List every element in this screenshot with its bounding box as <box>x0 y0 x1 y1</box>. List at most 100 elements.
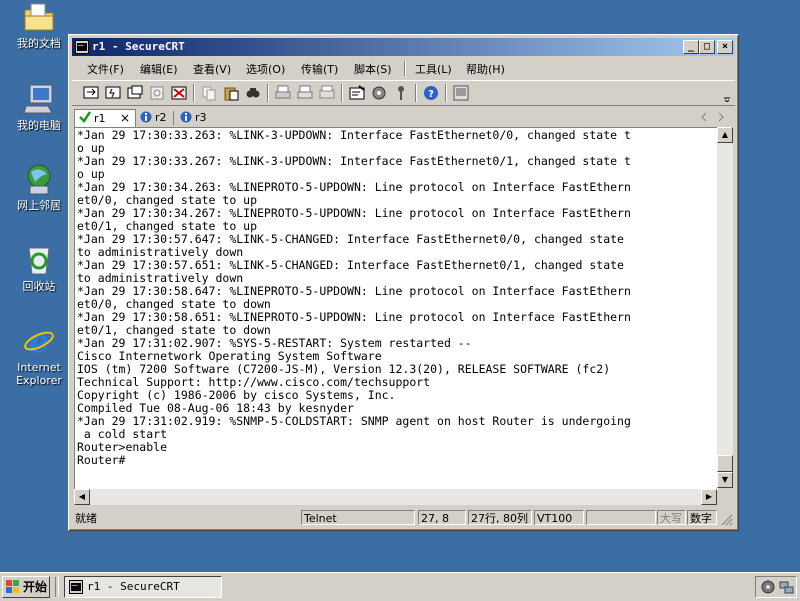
tab-label: r1 <box>94 112 106 125</box>
desktop-icon-label: 我的电脑 <box>17 119 61 132</box>
toolbar-separator <box>341 84 343 102</box>
taskbar-button-label: r1 - SecureCRT <box>87 580 180 593</box>
quick-connect-icon[interactable] <box>104 84 122 102</box>
horizontal-scrollbar[interactable]: ◀ ▶ <box>74 489 717 505</box>
securecrt-window: r1 - SecureCRT _ □ × 文件(F) 编辑(E) 查看(V) 选… <box>68 34 739 531</box>
menu-bar: 文件(F) 编辑(E) 查看(V) 选项(O) 传输(T) 脚本(S) 工具(L… <box>72 58 735 78</box>
tab-label: r2 <box>155 111 167 124</box>
vertical-scrollbar[interactable]: ▲ ▼ <box>717 127 733 488</box>
resize-grip-icon[interactable] <box>721 514 733 529</box>
tab-separator <box>173 111 174 125</box>
taskbar-button-securecrt[interactable]: r1 - SecureCRT <box>64 576 222 598</box>
status-terminal-size: 27行, 80列 <box>468 510 532 525</box>
menu-edit[interactable]: 编辑(E) <box>140 61 178 77</box>
close-button[interactable]: × <box>717 40 733 54</box>
scroll-up-icon[interactable]: ▲ <box>717 127 733 143</box>
recycle-bin-icon <box>22 243 56 277</box>
status-emulation: VT100 <box>534 510 584 525</box>
desktop-icon-my-computer[interactable]: 我的电脑 <box>6 82 72 132</box>
connect-icon[interactable] <box>82 84 100 102</box>
start-button[interactable]: 开始 <box>2 576 50 598</box>
scroll-thumb[interactable] <box>717 455 733 472</box>
menu-separator <box>404 61 406 76</box>
toolbar-separator <box>415 84 417 102</box>
about-icon[interactable] <box>452 84 470 102</box>
toolbar-overflow-icon[interactable] <box>722 84 732 103</box>
desktop-icon-label: 我的文档 <box>17 37 61 50</box>
tab-scroll-left-icon[interactable] <box>700 111 708 125</box>
toolbar-separator <box>445 84 447 102</box>
window-title: r1 - SecureCRT <box>92 40 185 53</box>
windows-logo-icon <box>6 580 20 600</box>
securecrt-app-icon <box>75 40 89 54</box>
status-cursor-position: 27, 8 <box>418 510 466 525</box>
status-bar: 就绪 Telnet 27, 8 27行, 80列 VT100 大写 数字 <box>72 508 735 528</box>
copy-icon[interactable] <box>200 84 218 102</box>
keymap-icon[interactable] <box>392 84 410 102</box>
desktop-icon-internet-explorer[interactable]: e Internet Explorer <box>6 322 72 387</box>
svg-text:?: ? <box>428 89 434 100</box>
desktop-icon-label: 回收站 <box>22 280 56 293</box>
my-computer-icon <box>22 82 56 116</box>
session-options-icon[interactable] <box>348 84 366 102</box>
menu-view[interactable]: 查看(V) <box>193 61 231 77</box>
tab-scroll-right-icon[interactable] <box>717 111 725 125</box>
tray-network-icon[interactable] <box>760 579 776 598</box>
system-tray <box>755 576 797 598</box>
scroll-down-icon[interactable]: ▼ <box>717 472 733 488</box>
menu-file[interactable]: 文件(F) <box>87 61 124 77</box>
terminal-output[interactable]: *Jan 29 17:30:33.263: %LINK-3-UPDOWN: In… <box>74 127 718 490</box>
my-documents-icon <box>22 0 56 34</box>
status-caps-lock: 大写 <box>657 510 686 525</box>
status-num-lock: 数字 <box>687 510 717 525</box>
desktop-icon-network-places[interactable]: 网上邻居 <box>6 162 72 212</box>
disconnect-icon[interactable] <box>170 84 188 102</box>
desktop-icon-my-documents[interactable]: 我的文档 <box>6 0 72 50</box>
menu-options[interactable]: 选项(O) <box>246 61 285 77</box>
connect-tab-icon[interactable] <box>126 84 144 102</box>
status-protocol: Telnet <box>301 510 415 525</box>
terminal-line: Router# <box>77 453 126 467</box>
network-places-icon <box>22 162 56 196</box>
info-icon <box>180 111 192 128</box>
svg-text:e: e <box>29 324 49 358</box>
window-titlebar[interactable]: r1 - SecureCRT _ □ × <box>72 38 735 56</box>
tray-connection-icon[interactable] <box>778 579 794 598</box>
reconnect-icon[interactable] <box>148 84 166 102</box>
paste-icon[interactable] <box>222 84 240 102</box>
scroll-left-icon[interactable]: ◀ <box>74 489 90 505</box>
taskbar: 开始 r1 - SecureCRT <box>0 572 800 601</box>
menu-help[interactable]: 帮助(H) <box>466 61 505 77</box>
securecrt-app-icon <box>69 580 83 601</box>
tab-r2[interactable]: r2 <box>140 109 172 126</box>
terminal-line: *Jan 29 17:30:33.263: %LINK-3-UPDOWN: In… <box>77 128 631 142</box>
terminal-line: *Jan 29 17:30:33.267: %LINK-3-UPDOWN: In… <box>77 154 631 168</box>
session-tabs: r1 × r2 r3 <box>72 107 735 127</box>
desktop-icon-label: 网上邻居 <box>17 199 61 212</box>
minimize-button[interactable]: _ <box>683 40 699 54</box>
status-blank <box>586 510 656 525</box>
taskbar-separator <box>55 577 59 597</box>
status-ready: 就绪 <box>75 512 97 525</box>
maximize-button[interactable]: □ <box>699 40 715 54</box>
toolbar: ? <box>72 80 735 106</box>
scroll-right-icon[interactable]: ▶ <box>701 489 717 505</box>
desktop-icon-recycle-bin[interactable]: 回收站 <box>6 243 72 293</box>
terminal-line: Router>enable <box>77 440 168 454</box>
tab-label: r3 <box>195 111 207 124</box>
menu-tools[interactable]: 工具(L) <box>415 61 452 77</box>
tab-r1[interactable]: r1 × <box>74 109 136 127</box>
print-icon[interactable] <box>274 84 292 102</box>
tab-r3[interactable]: r3 <box>180 109 212 126</box>
print-selection-icon[interactable] <box>296 84 314 102</box>
menu-transfer[interactable]: 传输(T) <box>301 61 338 77</box>
print-setup-icon[interactable] <box>318 84 336 102</box>
tab-close-icon[interactable]: × <box>120 110 130 127</box>
global-options-icon[interactable] <box>370 84 388 102</box>
start-label: 开始 <box>23 580 48 594</box>
menu-script[interactable]: 脚本(S) <box>354 61 392 77</box>
toolbar-separator <box>267 84 269 102</box>
help-icon[interactable]: ? <box>422 84 440 102</box>
find-icon[interactable] <box>244 84 262 102</box>
terminal-lines: *Jan 29 17:30:33.263: %LINK-3-UPDOWN: In… <box>77 129 631 467</box>
